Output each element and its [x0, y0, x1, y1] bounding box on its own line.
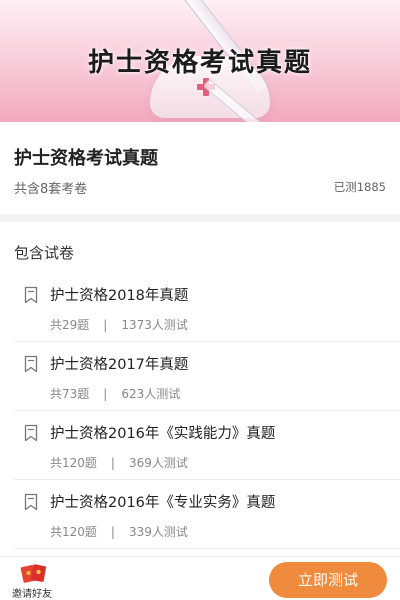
bookmark-page-icon: [24, 424, 38, 442]
question-count: 共29题: [50, 318, 90, 332]
banner: 护士资格考试真题: [0, 0, 400, 122]
paper-title: 护士资格2018年真题: [50, 288, 189, 304]
paper-title: 护士资格2016年《专业实务》真题: [50, 495, 276, 511]
paper-meta: 共73题 | 623人测试: [50, 385, 180, 402]
paper-item[interactable]: 护士资格2016年《专业实务》真题 共120题 | 339人测试: [14, 481, 400, 549]
question-count: 共120题: [50, 456, 97, 470]
meta-separator: |: [103, 387, 108, 401]
meta-separator: |: [103, 318, 108, 332]
bottom-bar: 邀请好友 立即测试: [0, 556, 400, 600]
bookmark-page-icon: [24, 286, 38, 304]
paper-item[interactable]: 护士资格2016年《实践能力》真题 共120题 | 369人测试: [14, 412, 400, 480]
paper-meta: 共29题 | 1373人测试: [50, 316, 188, 333]
paper-item[interactable]: 护士资格2018年真题 共29题 | 1373人测试: [14, 274, 400, 342]
banner-title: 护士资格考试真题: [87, 48, 312, 78]
invite-friends-button[interactable]: 邀请好友: [12, 561, 56, 600]
paper-meta: 共120题 | 369人测试: [50, 454, 188, 471]
section-divider: [0, 214, 400, 222]
tested-count: 已测1885: [333, 180, 386, 194]
paper-item[interactable]: 护士资格2017年真题 共73题 | 623人测试: [14, 343, 400, 411]
question-count: 共73题: [50, 387, 90, 401]
exam-info: 护士资格考试真题 共含8套考卷 已测1885: [0, 122, 400, 214]
paper-title: 护士资格2017年真题: [50, 357, 189, 373]
meta-separator: |: [110, 456, 115, 470]
start-test-button[interactable]: 立即测试: [269, 562, 387, 598]
tester-count: 1373人测试: [121, 318, 188, 332]
meta-separator: |: [110, 525, 115, 539]
paper-meta: 共120题 | 339人测试: [50, 523, 188, 540]
invite-label: 邀请好友: [12, 589, 52, 600]
tester-count: 623人测试: [121, 387, 181, 401]
paper-title: 护士资格2016年《实践能力》真题: [50, 426, 276, 442]
tester-count: 339人测试: [128, 525, 188, 539]
bookmark-page-icon: [24, 355, 38, 373]
papers-heading: 包含试卷: [14, 244, 75, 262]
red-envelope-icon: [20, 564, 47, 583]
exam-paper-count: 共含8套考卷: [14, 182, 88, 197]
bookmark-page-icon: [24, 493, 38, 511]
question-count: 共120题: [50, 525, 97, 539]
tester-count: 369人测试: [128, 456, 188, 470]
exam-title: 护士资格考试真题: [14, 148, 158, 169]
